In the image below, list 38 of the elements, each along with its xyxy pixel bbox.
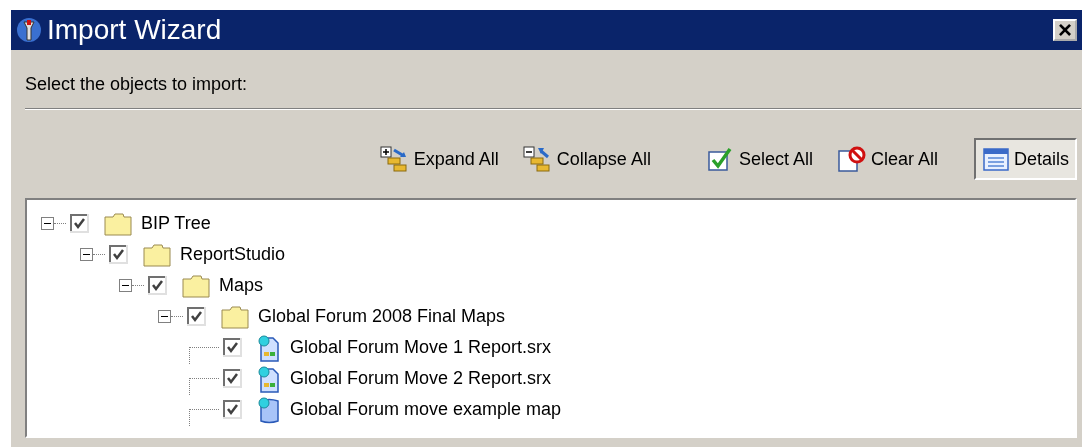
details-icon bbox=[981, 146, 1010, 172]
collapse-toggle[interactable] bbox=[158, 310, 171, 323]
map-file-icon bbox=[256, 395, 282, 424]
close-button[interactable]: × bbox=[1053, 19, 1077, 41]
checkbox[interactable] bbox=[70, 214, 89, 233]
collapse-toggle[interactable] bbox=[41, 217, 54, 230]
instruction-text: Select the objects to import: bbox=[24, 73, 249, 96]
tree-item-label[interactable]: Global Forum 2008 Final Maps bbox=[258, 306, 506, 327]
tree-item-label[interactable]: Global Forum move example map bbox=[290, 399, 562, 420]
report-file-icon bbox=[256, 333, 282, 362]
folder-icon bbox=[142, 241, 172, 268]
checkbox[interactable] bbox=[187, 307, 206, 326]
folder-icon bbox=[220, 303, 250, 330]
collapse-all-button[interactable]: Collapse All bbox=[514, 138, 659, 180]
folder-icon bbox=[181, 272, 211, 299]
app-logo-icon bbox=[15, 16, 43, 44]
checkbox[interactable] bbox=[223, 400, 242, 419]
window-title: Import Wizard bbox=[47, 14, 223, 46]
tree-item-label[interactable]: BIP Tree bbox=[141, 213, 211, 234]
expand-all-button[interactable]: Expand All bbox=[371, 138, 507, 180]
tree-item-label[interactable]: ReportStudio bbox=[180, 244, 286, 265]
select-all-button[interactable]: Select All bbox=[698, 138, 821, 180]
checkbox[interactable] bbox=[223, 369, 242, 388]
collapse-toggle[interactable] bbox=[119, 279, 132, 292]
checkbox[interactable] bbox=[223, 338, 242, 357]
clear-all-button[interactable]: Clear All bbox=[828, 138, 946, 180]
collapse-all-icon bbox=[522, 146, 553, 172]
tree-item-label[interactable]: Global Forum Move 1 Report.srx bbox=[290, 337, 552, 358]
checkbox[interactable] bbox=[109, 245, 128, 264]
tree-item-label[interactable]: Global Forum Move 2 Report.srx bbox=[290, 368, 552, 389]
expand-all-icon bbox=[379, 146, 410, 172]
clear-icon bbox=[836, 146, 867, 172]
report-file-icon bbox=[256, 364, 282, 393]
details-button[interactable]: Details bbox=[973, 138, 1077, 180]
folder-icon bbox=[103, 210, 133, 237]
collapse-toggle[interactable] bbox=[80, 248, 93, 261]
tree-item-label[interactable]: Maps bbox=[219, 275, 263, 296]
checkbox[interactable] bbox=[148, 276, 167, 295]
